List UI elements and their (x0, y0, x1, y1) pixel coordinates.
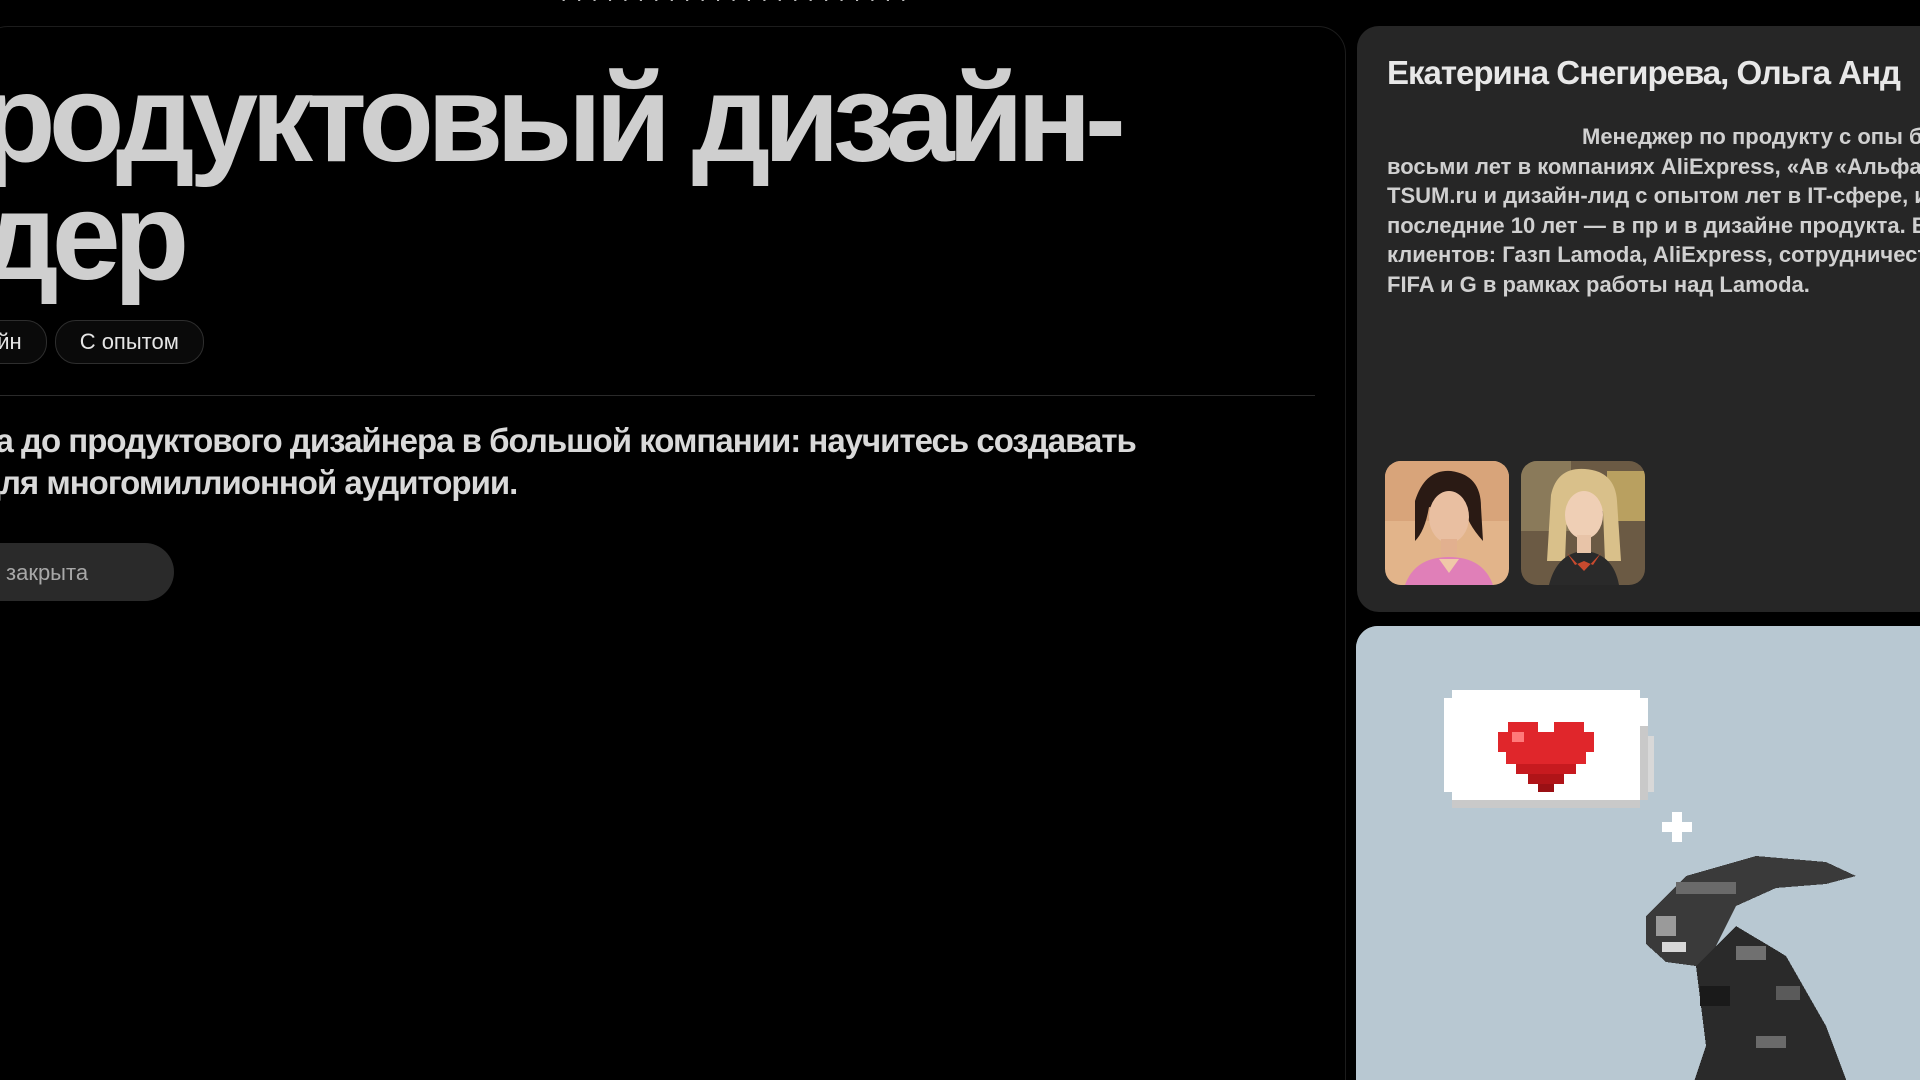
author-photo-1-icon[interactable] (1385, 461, 1509, 585)
course-illustration-card (1356, 626, 1920, 1080)
hero-divider (0, 395, 1315, 396)
course-title: родуктовый дизайн- дер (0, 50, 1126, 306)
pixel-alien-heart-icon (1356, 626, 1920, 1080)
course-description-line-1: ка до продуктового дизайнера в большой к… (0, 422, 1137, 459)
author-avatars (1385, 461, 1645, 585)
authors-names: Екатерина Снегирева, Ольга Анд (1387, 54, 1901, 91)
course-description-line-2: для многомиллионной аудитории. (0, 464, 518, 501)
top-nav-strip: · · · · · · · · · · · · · · · · · · · · … (560, 0, 1360, 6)
course-tags: айн С опытом (0, 320, 204, 364)
page: · · · · · · · · · · · · · · · · · · · · … (0, 0, 1920, 1080)
course-title-line-1: родуктовый дизайн- (0, 50, 1126, 188)
tag-design[interactable]: айн (0, 320, 47, 364)
enrollment-closed-button[interactable]: закрыта (0, 543, 174, 601)
authors-bio: Менеджер по продукту с опы более восьми … (1387, 124, 1920, 297)
course-description: ка до продуктового дизайнера в большой к… (0, 420, 1220, 504)
authors-card: Екатерина Снегирева, Ольга Анд Менеджер … (1357, 26, 1920, 612)
tag-experienced[interactable]: С опытом (54, 320, 204, 364)
course-title-line-2: дер (0, 168, 189, 306)
author-photo-2-icon[interactable] (1521, 461, 1645, 585)
